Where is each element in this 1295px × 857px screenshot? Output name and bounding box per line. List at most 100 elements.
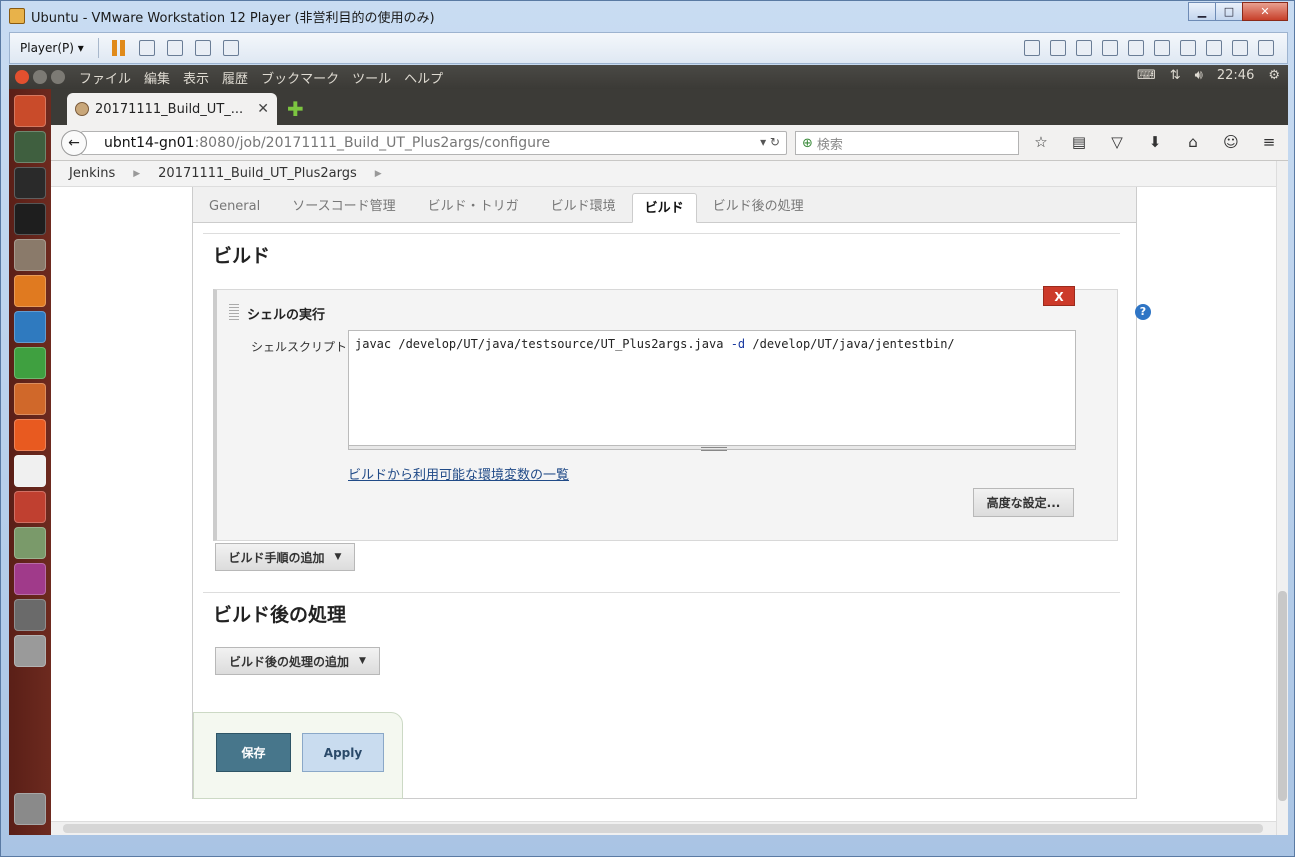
display-icon[interactable] [1232,40,1248,56]
tab-build[interactable]: ビルド [631,193,697,223]
delete-step-button[interactable]: X [1043,286,1075,306]
menu-history[interactable]: 履歴 [222,68,248,87]
restore-icon[interactable] [51,70,65,84]
hard-disk-icon[interactable] [1024,40,1040,56]
impress-icon[interactable] [14,383,46,415]
tab-scm[interactable]: ソースコード管理 [276,192,411,222]
dash-home-icon[interactable] [14,95,46,127]
menu-view[interactable]: 表示 [183,68,209,87]
scrollbar-thumb[interactable] [1278,591,1287,801]
send-ctrl-alt-del-icon[interactable] [138,40,155,56]
menu-bookmarks[interactable]: ブックマーク [261,68,339,87]
message-log-icon[interactable] [1258,40,1274,56]
help-icon[interactable]: ? [1135,304,1151,320]
add-build-step-label: ビルド手順の追加 [228,550,325,565]
hamburger-menu-icon[interactable]: ≡ [1258,133,1280,151]
add-post-build-button[interactable]: ビルド後の処理の追加 ▼ [215,647,380,675]
network-adapter-icon[interactable] [1076,40,1092,56]
sound-card-icon[interactable] [1128,40,1144,56]
chevron-down-icon: ▼ [334,552,342,562]
files-icon[interactable] [14,239,46,271]
tab-jenkins-config[interactable]: 20171111_Build_UT_... ✕ [67,93,277,125]
tab-post-build[interactable]: ビルド後の処理 [697,192,820,222]
gear-icon[interactable]: ⚙ [1268,68,1280,83]
menu-help[interactable]: ヘルプ [404,68,443,87]
shell-script-textarea[interactable]: javac /develop/UT/java/testsource/UT_Plu… [348,330,1076,450]
calc-icon[interactable] [14,347,46,379]
bookmark-star-icon[interactable]: ☆ [1030,133,1052,151]
config-panel: General ソースコード管理 ビルド・トリガ ビルド環境 ビルド ビルド後の… [192,187,1151,799]
close-icon[interactable] [15,70,29,84]
scrollbar-thumb[interactable] [63,824,1263,833]
script-command: javac /develop/UT/java/testsource/UT_Plu… [355,337,731,351]
hello-icon[interactable]: ☺ [1220,133,1242,151]
disk-icon[interactable] [14,599,46,631]
search-input[interactable]: ⊕ 検索 [795,131,1019,155]
tab-build-environment[interactable]: ビルド環境 [535,192,632,222]
save-button[interactable]: 保存 [216,733,291,772]
pause-icon[interactable] [111,40,127,56]
menu-edit[interactable]: 編集 [144,68,170,87]
pocket-icon[interactable]: ▽ [1106,133,1128,151]
dvd-icon[interactable] [14,635,46,667]
trash-icon[interactable] [14,793,46,825]
vertical-scrollbar[interactable] [1276,161,1288,835]
textarea-resize-handle[interactable] [348,445,1076,451]
home-icon[interactable]: ⌂ [1182,133,1204,151]
apply-button[interactable]: Apply [302,733,384,772]
breadcrumb-jenkins[interactable]: Jenkins [69,166,115,181]
env-vars-link[interactable]: ビルドから利用可能な環境変数の一覧 [348,464,569,483]
terminal-icon[interactable] [14,203,46,235]
settings-icon[interactable] [14,491,46,523]
printer-icon[interactable] [1102,40,1118,56]
fullscreen-icon[interactable] [194,40,211,56]
close-window-icon[interactable]: ✕ [1242,2,1288,21]
breadcrumb: Jenkins ▶ 20171111_Build_UT_Plus2args ▶ [51,161,1276,187]
volume-icon[interactable]: 🔊︎ [1195,68,1203,83]
system-monitor-icon[interactable] [14,131,46,163]
cd-drive-icon[interactable] [1050,40,1066,56]
breadcrumb-arrow-icon[interactable]: ▶ [375,169,382,179]
keyboard-icon[interactable]: ⌨ [1137,68,1156,83]
updater-icon[interactable] [14,527,46,559]
usb-device-icon[interactable] [1154,40,1170,56]
ubuntu-screen: ファイル 編集 表示 履歴 ブックマーク ツール ヘルプ ⌨ ⇅ 🔊︎ 22:4… [9,65,1288,835]
amazon-icon[interactable] [14,455,46,487]
advanced-button[interactable]: 高度な設定... [973,488,1074,517]
vmware-window: Ubuntu - VMware Workstation 12 Player (非… [0,0,1295,857]
reload-icon[interactable]: ▾ ↻ [760,135,780,149]
workspace-icon[interactable] [14,563,46,595]
player-menu[interactable]: Player(P) ▾ [10,41,92,55]
maximize-icon[interactable]: □ [1215,2,1243,21]
unity-icon[interactable] [222,40,239,56]
screenshot-icon[interactable] [14,167,46,199]
new-tab-icon[interactable]: ✚ [287,97,304,121]
network-icon[interactable]: ⇅ [1170,68,1181,83]
downloads-icon[interactable]: ⬇ [1144,133,1166,151]
section-divider [203,233,1120,234]
menu-file[interactable]: ファイル [79,68,131,87]
shell-script-label: シェルスクリプト [251,340,348,354]
clock[interactable]: 22:46 [1217,68,1254,83]
back-icon[interactable]: ← [61,130,87,156]
tab-build-triggers[interactable]: ビルド・トリガ [412,192,535,222]
software-center-icon[interactable] [14,419,46,451]
window-controls: ▁ □ ✕ [1188,2,1288,21]
tab-general[interactable]: General [193,192,276,222]
writer-icon[interactable] [14,311,46,343]
url-bar[interactable]: ubnt14-gn01:8080/job/20171111_Build_UT_P… [81,131,787,155]
minimize-icon[interactable] [33,70,47,84]
breadcrumb-arrow-icon[interactable]: ▶ [133,169,140,179]
menu-tools[interactable]: ツール [352,68,391,87]
firefox-icon[interactable] [14,275,46,307]
floppy-icon[interactable] [1206,40,1222,56]
breadcrumb-job[interactable]: 20171111_Build_UT_Plus2args [158,166,357,181]
add-build-step-button[interactable]: ビルド手順の追加 ▼ [215,543,355,571]
drag-handle[interactable] [229,304,239,320]
minimize-icon[interactable]: ▁ [1188,2,1216,21]
horizontal-scrollbar[interactable] [51,821,1276,835]
usb-device-2-icon[interactable] [1180,40,1196,56]
reading-list-icon[interactable]: ▤ [1068,133,1090,151]
removable-devices-icon[interactable] [166,40,183,56]
close-tab-icon[interactable]: ✕ [257,101,269,117]
